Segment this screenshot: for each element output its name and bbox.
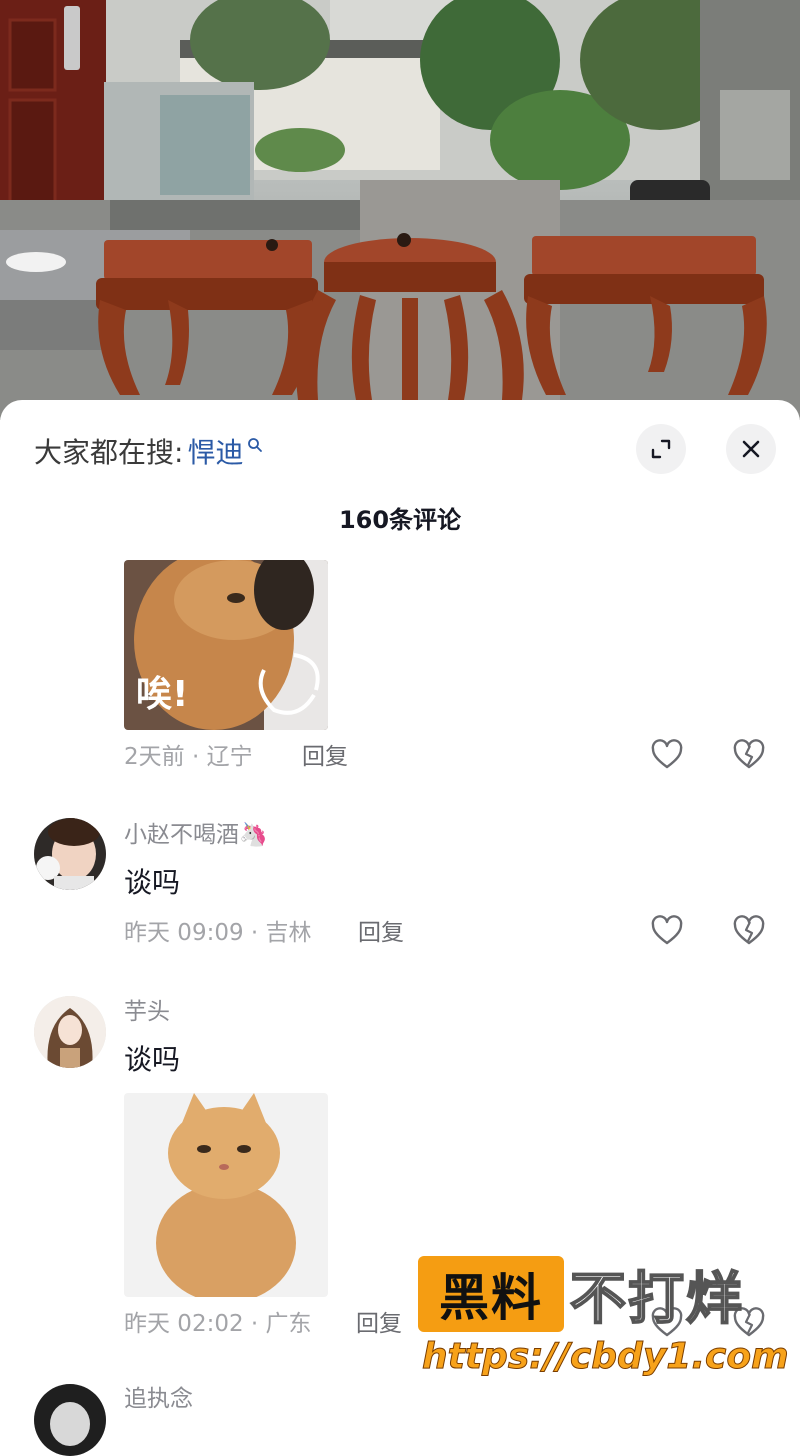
trending-search-term[interactable]: 悍迪 (187, 431, 243, 471)
watermark-badge: 黑料 (418, 1256, 564, 1332)
comment-meta: 2天前 · 辽宁 (124, 744, 253, 770)
video-background-photo (0, 0, 800, 420)
reply-button[interactable]: 回复 (358, 916, 404, 950)
comment-username[interactable]: 追执念 (124, 1383, 193, 1415)
comment-meta: 昨天 09:09 · 吉林 (124, 920, 312, 946)
comment-username[interactable]: 小赵不喝酒🦄 (124, 819, 268, 851)
comment-username[interactable]: 芋头 (124, 996, 170, 1028)
expand-icon (651, 439, 671, 459)
heart-icon[interactable] (650, 914, 684, 948)
broken-heart-icon[interactable] (732, 914, 766, 948)
reply-button[interactable]: 回复 (302, 740, 348, 774)
avatar[interactable] (34, 818, 106, 890)
comment-count-title: 160条评论 (338, 506, 462, 534)
comment-text: 谈吗 (124, 1043, 181, 1076)
trending-search-label: 大家都在搜: (34, 436, 184, 469)
search-icon (248, 438, 263, 452)
close-icon (742, 440, 760, 458)
comment-sticker-cat[interactable] (124, 1093, 328, 1297)
heart-icon[interactable] (650, 738, 684, 772)
comment-text: 谈吗 (124, 866, 181, 899)
watermark-white-text: 不打烊 (569, 1266, 744, 1333)
comment-meta: 昨天 02:02 · 广东 (124, 1311, 312, 1337)
watermark-url: https://cbdy1.com (422, 1336, 790, 1378)
broken-heart-icon[interactable] (732, 738, 766, 772)
watermark-black-text: 黑料 (439, 1269, 543, 1327)
sticker-caption: 唉! (136, 674, 188, 715)
trending-search-row[interactable]: 大家都在搜: 悍迪 (34, 428, 263, 474)
watermark: 黑料 不打烊 https://cbdy1.com (418, 1254, 789, 1384)
close-button[interactable] (726, 424, 776, 474)
avatar[interactable] (34, 1384, 106, 1456)
avatar[interactable] (34, 996, 106, 1068)
reply-button[interactable]: 回复 (356, 1307, 402, 1341)
expand-button[interactable] (636, 424, 686, 474)
comment-sticker-cat[interactable]: 唉! (124, 560, 328, 730)
